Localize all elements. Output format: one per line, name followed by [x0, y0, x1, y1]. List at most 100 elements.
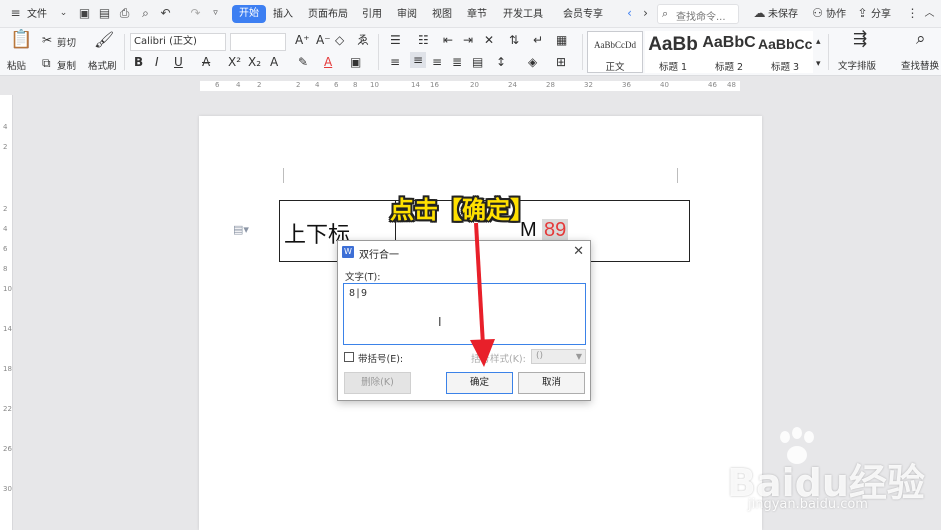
- font-name-select[interactable]: Calibri (正文): [130, 33, 226, 51]
- sort-icon[interactable]: ⇅: [509, 32, 519, 48]
- bold-button[interactable]: B: [134, 54, 143, 70]
- font-color-button[interactable]: A: [324, 54, 332, 70]
- grow-font-icon[interactable]: A⁺: [295, 32, 310, 48]
- tab-page-layout[interactable]: 页面布局: [308, 7, 348, 22]
- crop-mark: [283, 168, 284, 183]
- vertical-ruler[interactable]: 4 2 2 4 6 8 10 14 18 22 26 30: [0, 95, 13, 530]
- more-icon[interactable]: ⋮: [905, 6, 920, 21]
- tab-scroll-icon[interactable]: ‹: [622, 6, 637, 21]
- style-heading-3[interactable]: AaBbCc 标题 3: [757, 31, 813, 73]
- tab-sections[interactable]: 章节: [467, 7, 487, 22]
- numbering-icon[interactable]: ☷: [418, 32, 429, 48]
- style-heading-1[interactable]: AaBb 标题 1: [645, 31, 701, 73]
- cut-icon: ✂: [42, 33, 53, 47]
- strikethrough-button[interactable]: A: [202, 54, 210, 70]
- italic-button[interactable]: I: [155, 54, 159, 70]
- paste-icon[interactable]: 📋: [10, 31, 32, 49]
- phonetic-icon[interactable]: ゑ: [357, 32, 369, 48]
- unsaved-status[interactable]: 未保存: [768, 7, 798, 22]
- shrink-font-icon[interactable]: A⁻: [316, 32, 331, 48]
- search-box[interactable]: ⌕ 查找命令...: [657, 4, 739, 24]
- tab-references[interactable]: 引用: [362, 7, 382, 22]
- text-effect-icon[interactable]: A: [270, 54, 278, 70]
- borders-icon[interactable]: ⊞: [556, 54, 566, 70]
- tab-insert[interactable]: 插入: [273, 7, 293, 22]
- chinese-layout-icon[interactable]: ✕: [484, 32, 494, 48]
- underline-button[interactable]: U: [174, 54, 183, 70]
- share-button[interactable]: 分享: [871, 7, 891, 22]
- tab-next-icon[interactable]: ›: [638, 6, 653, 21]
- format-painter-button[interactable]: 格式刷: [88, 58, 117, 72]
- close-icon[interactable]: ✕: [573, 244, 584, 259]
- tab-home[interactable]: 开始: [232, 5, 266, 23]
- undo-icon[interactable]: ↶: [158, 6, 173, 21]
- text-label: 文字(T):: [345, 272, 381, 283]
- styles-more-icon[interactable]: ▾: [816, 56, 821, 72]
- paste-label[interactable]: 粘贴: [7, 58, 26, 72]
- text-layout-button[interactable]: 文字排版: [838, 58, 876, 72]
- share-icon: ⇪: [857, 6, 868, 20]
- print-preview-icon[interactable]: ⌕: [138, 6, 153, 21]
- cancel-button[interactable]: 取消: [518, 372, 585, 394]
- search-placeholder: 查找命令...: [676, 12, 726, 23]
- clear-format-icon[interactable]: ◇: [335, 32, 344, 48]
- paste-options-icon[interactable]: ▤▾: [233, 223, 249, 236]
- table-icon[interactable]: ▦: [556, 32, 567, 48]
- distribute-icon[interactable]: ▤: [472, 54, 483, 70]
- horizontal-ruler[interactable]: 6 4 2 2 4 6 8 10 14 16 20 24 28 32 36 40…: [0, 77, 941, 95]
- print-icon[interactable]: ⎙: [117, 6, 132, 21]
- bullets-icon[interactable]: ☰: [390, 32, 401, 48]
- divider: [124, 34, 125, 70]
- collapse-ribbon-icon[interactable]: ︿: [922, 6, 937, 21]
- show-marks-icon[interactable]: ↵: [533, 32, 543, 48]
- find-icon: ⌕: [916, 29, 926, 49]
- increase-indent-icon[interactable]: ⇥: [463, 32, 473, 48]
- tab-review[interactable]: 审阅: [397, 7, 417, 22]
- shading-icon[interactable]: ◈: [528, 54, 537, 70]
- highlight-icon[interactable]: ✎: [298, 54, 308, 70]
- redo-icon[interactable]: ↷: [188, 6, 203, 21]
- align-right-icon[interactable]: ≡: [432, 54, 442, 70]
- red-arrow-icon: [470, 222, 495, 367]
- save-icon[interactable]: ▣: [77, 6, 92, 21]
- crop-mark: [677, 168, 678, 183]
- delete-button[interactable]: 删除(K): [344, 372, 411, 394]
- customize-icon[interactable]: ▿: [208, 6, 223, 21]
- char-border-icon[interactable]: ▣: [350, 54, 361, 70]
- cloud-icon: ☁: [753, 6, 766, 20]
- collab-button[interactable]: 协作: [826, 7, 846, 22]
- subscript-button[interactable]: X₂: [248, 54, 261, 70]
- style-heading-2[interactable]: AaBbC 标题 2: [701, 31, 757, 73]
- cut-button[interactable]: 剪切: [57, 35, 76, 49]
- search-icon: ⌕: [662, 7, 669, 20]
- chevron-down-icon[interactable]: ⌄: [56, 6, 71, 21]
- superscript-button[interactable]: X²: [228, 54, 241, 70]
- dialog-title: 双行合一: [359, 250, 399, 261]
- export-icon[interactable]: ▤: [97, 6, 112, 21]
- decrease-indent-icon[interactable]: ⇤: [443, 32, 453, 48]
- format-painter-icon: 🖌: [94, 30, 115, 49]
- style-normal[interactable]: AaBbCcDd 正文: [587, 31, 643, 73]
- tab-member[interactable]: 会员专享: [563, 7, 603, 22]
- tab-view[interactable]: 视图: [432, 7, 452, 22]
- align-center-icon[interactable]: ≡: [410, 52, 426, 68]
- selected-superscript-text: 89: [542, 219, 569, 242]
- styles-scroll-up-icon[interactable]: ▴: [816, 34, 821, 50]
- justify-icon[interactable]: ≣: [452, 54, 462, 70]
- font-size-select[interactable]: [230, 33, 286, 51]
- file-menu[interactable]: 文件: [27, 7, 47, 22]
- hamburger-icon[interactable]: ≡: [8, 6, 23, 21]
- divider: [582, 34, 583, 70]
- align-left-icon[interactable]: ≡: [390, 54, 400, 70]
- bracket-style-value: (): [536, 351, 544, 361]
- brackets-checkbox[interactable]: [344, 352, 354, 362]
- bracket-style-select[interactable]: () ▼: [531, 349, 586, 364]
- line-spacing-icon[interactable]: ↕: [496, 54, 506, 70]
- copy-button[interactable]: 复制: [57, 58, 76, 72]
- divider: [828, 34, 829, 70]
- find-replace-button[interactable]: 查找替换: [901, 58, 939, 72]
- tab-developer[interactable]: 开发工具: [503, 7, 543, 22]
- collab-icon: ⚇: [812, 6, 823, 20]
- ok-button[interactable]: 确定: [446, 372, 513, 394]
- copy-icon: ⧉: [42, 56, 51, 70]
